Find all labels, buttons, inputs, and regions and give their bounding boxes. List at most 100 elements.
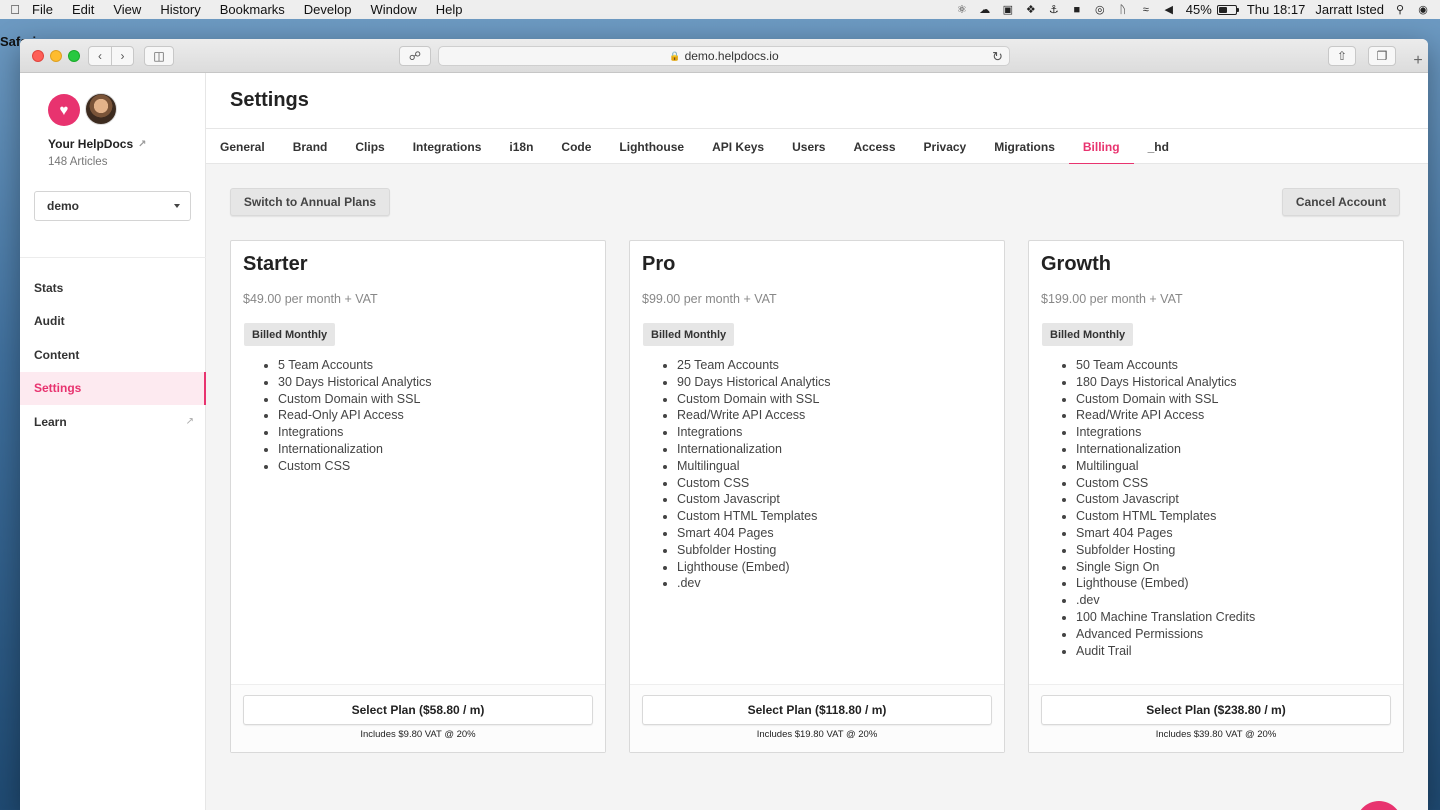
menu-window[interactable]: Window: [371, 2, 417, 17]
apple-icon[interactable]: : [8, 2, 22, 17]
tab-integrations[interactable]: Integrations: [399, 129, 496, 164]
select-plan-starter-button[interactable]: Select Plan ($58.80 / m): [243, 695, 593, 725]
external-link-icon: ↗: [185, 416, 194, 428]
user-avatar[interactable]: [85, 93, 117, 125]
tab-api-keys[interactable]: API Keys: [698, 129, 778, 164]
tab-lighthouse[interactable]: Lighthouse: [605, 129, 698, 164]
switch-annual-plans-button[interactable]: Switch to Annual Plans: [230, 188, 390, 216]
feature-item: Internationalization: [677, 441, 831, 458]
menu-view[interactable]: View: [113, 2, 141, 17]
feature-item: Custom CSS: [278, 458, 432, 475]
billing-badge: Billed Monthly: [244, 323, 336, 346]
password-icon[interactable]: ◎: [1093, 3, 1107, 16]
select-plan-growth-button[interactable]: Select Plan ($238.80 / m): [1041, 695, 1391, 725]
menu-help[interactable]: Help: [436, 2, 463, 17]
project-select[interactable]: demo: [34, 191, 191, 221]
tab-users[interactable]: Users: [778, 129, 839, 164]
feature-item: Custom Domain with SSL: [1076, 391, 1255, 408]
tab-general[interactable]: General: [206, 129, 279, 164]
sidebar-item-label: Content: [34, 347, 80, 362]
feature-item: Lighthouse (Embed): [1076, 575, 1255, 592]
feature-list: 25 Team Accounts90 Days Historical Analy…: [677, 357, 831, 592]
browser-toolbar: ‹ › ◫ ☍ 🔒 demo.helpdocs.io ↻ ⇧ ❐ +: [20, 39, 1428, 73]
vat-note: Includes $39.80 VAT @ 20%: [1155, 729, 1277, 740]
main-panel: Settings General Brand Clips Integration…: [206, 73, 1428, 810]
camera-icon[interactable]: ▣: [1001, 3, 1015, 16]
feature-item: Read/Write API Access: [1076, 407, 1255, 424]
bluetooth-icon[interactable]: ᚢ: [1116, 3, 1130, 16]
sidebar-item-learn[interactable]: Learn ↗: [20, 405, 206, 439]
feature-item: Internationalization: [1076, 441, 1255, 458]
article-count: 148 Articles: [48, 156, 108, 168]
tab-migrations[interactable]: Migrations: [980, 129, 1069, 164]
feature-item: Subfolder Hosting: [1076, 542, 1255, 559]
feature-item: Custom Domain with SSL: [278, 391, 432, 408]
dropbox-icon[interactable]: ❖: [1024, 3, 1038, 16]
menu-history[interactable]: History: [160, 2, 200, 17]
menu-bookmarks[interactable]: Bookmarks: [220, 2, 285, 17]
tab-hd[interactable]: _hd: [1134, 129, 1183, 164]
volume-icon[interactable]: ◀: [1162, 3, 1176, 16]
tab-access[interactable]: Access: [839, 129, 909, 164]
feature-item: Audit Trail: [1076, 643, 1255, 660]
feature-item: 90 Days Historical Analytics: [677, 374, 831, 391]
sidebar-divider: [20, 257, 206, 258]
sidebar-toggle-icon[interactable]: ◫: [144, 46, 174, 66]
feature-item: Internationalization: [278, 441, 432, 458]
plan-card-growth: Growth $199.00 per month + VAT Billed Mo…: [1028, 240, 1404, 753]
privacy-report-icon[interactable]: ☍: [399, 46, 431, 66]
close-window-button[interactable]: [32, 50, 44, 62]
sidebar-item-stats[interactable]: Stats: [20, 271, 206, 305]
menu-edit[interactable]: Edit: [72, 2, 94, 17]
menu-file[interactable]: File: [32, 2, 53, 17]
tab-billing[interactable]: Billing: [1068, 129, 1134, 165]
cloud-icon[interactable]: ☁: [978, 3, 992, 16]
back-chevron-icon[interactable]: ‹: [89, 47, 111, 65]
sidebar-item-audit[interactable]: Audit: [20, 305, 206, 339]
tab-overview-icon[interactable]: ❐: [1368, 46, 1396, 66]
org-name-link[interactable]: Your HelpDocs ↗: [48, 137, 147, 151]
app-icon[interactable]: ■: [1070, 3, 1084, 16]
menubar-user[interactable]: Jarratt Isted: [1315, 2, 1384, 17]
battery-icon[interactable]: [1216, 4, 1239, 15]
reload-icon[interactable]: ↻: [992, 49, 1003, 65]
feature-item: Integrations: [1076, 424, 1255, 441]
sidebar-item-content[interactable]: Content: [20, 338, 206, 372]
tab-privacy[interactable]: Privacy: [910, 129, 981, 164]
tab-clips[interactable]: Clips: [341, 129, 398, 164]
sidebar-item-label: Audit: [34, 314, 65, 329]
menu-develop[interactable]: Develop: [304, 2, 352, 17]
project-select-value: demo: [47, 199, 80, 213]
tab-code[interactable]: Code: [547, 129, 605, 164]
battery-fill: [1218, 6, 1227, 13]
sidebar-item-label: Stats: [34, 280, 64, 295]
fullscreen-window-button[interactable]: [68, 50, 80, 62]
sidebar-item-settings[interactable]: Settings: [20, 371, 206, 405]
share-icon[interactable]: ⇧: [1328, 46, 1356, 66]
new-tab-icon[interactable]: +: [1408, 51, 1428, 71]
helpdocs-logo-icon[interactable]: ♥: [48, 94, 80, 126]
feature-item: Custom Domain with SSL: [677, 391, 831, 408]
feature-item: Subfolder Hosting: [677, 542, 831, 559]
cancel-account-button[interactable]: Cancel Account: [1282, 188, 1400, 216]
sync-icon[interactable]: ⚛: [955, 3, 969, 16]
tab-i18n[interactable]: i18n: [495, 129, 547, 164]
feature-list: 5 Team Accounts30 Days Historical Analyt…: [278, 357, 432, 475]
minimize-window-button[interactable]: [50, 50, 62, 62]
tab-brand[interactable]: Brand: [279, 129, 342, 164]
docker-icon[interactable]: ⚓: [1047, 3, 1061, 16]
plan-price: $99.00 per month + VAT: [642, 292, 777, 306]
plan-price: $49.00 per month + VAT: [243, 292, 378, 306]
billing-badge: Billed Monthly: [643, 323, 735, 346]
forward-chevron-icon[interactable]: ›: [110, 47, 133, 65]
settings-tabs: General Brand Clips Integrations i18n Co…: [206, 128, 1428, 165]
feature-item: Single Sign On: [1076, 559, 1255, 576]
wifi-icon[interactable]: ≈: [1139, 3, 1153, 16]
address-bar[interactable]: 🔒 demo.helpdocs.io ↻: [438, 46, 1010, 66]
plan-name: Growth: [1041, 253, 1111, 275]
select-plan-pro-button[interactable]: Select Plan ($118.80 / m): [642, 695, 992, 725]
spotlight-search-icon[interactable]: ⚲: [1393, 3, 1407, 16]
menubar-clock[interactable]: Thu 18:17: [1247, 2, 1306, 17]
plan-price: $199.00 per month + VAT: [1041, 292, 1183, 306]
siri-icon[interactable]: ◉: [1416, 3, 1430, 16]
